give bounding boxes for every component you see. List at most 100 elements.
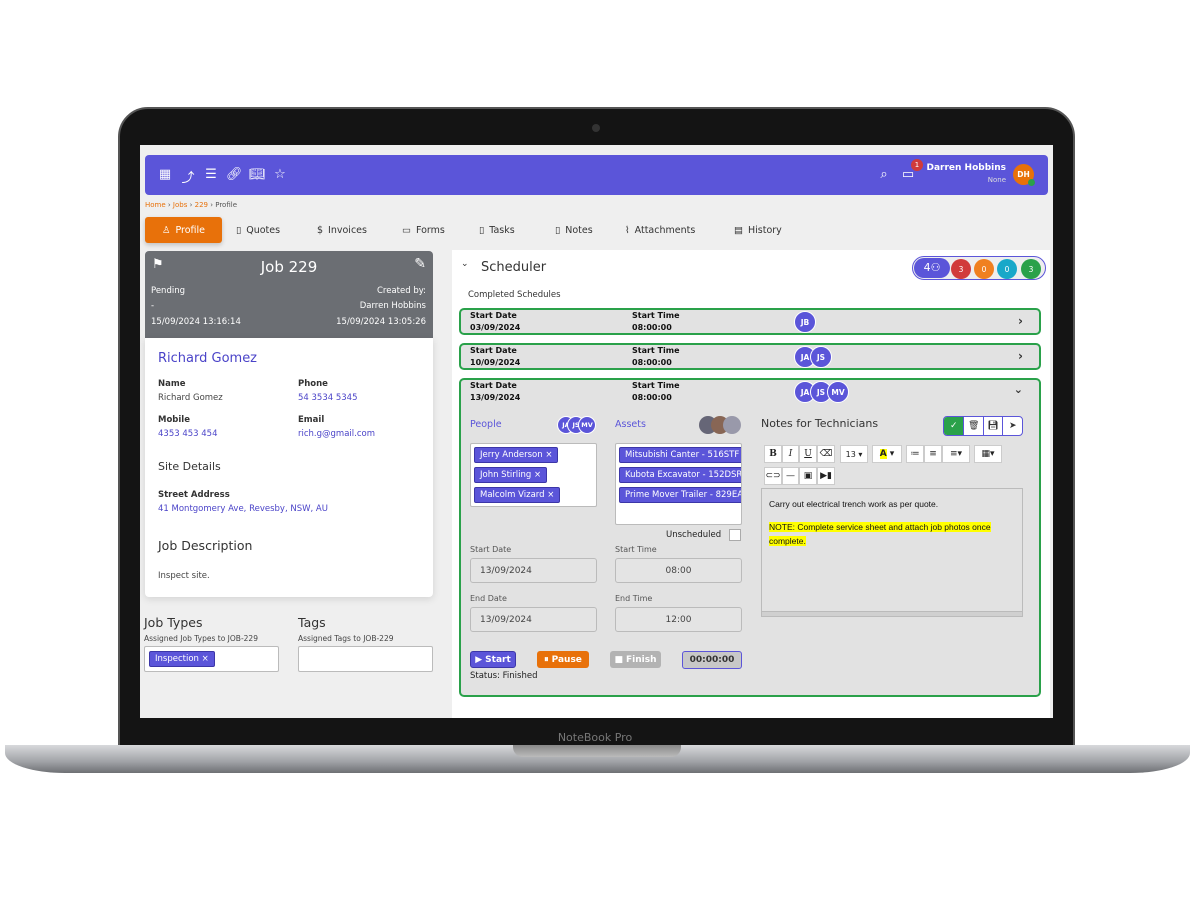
breadcrumb-jobs[interactable]: Jobs <box>173 201 187 209</box>
job-status: Pending <box>151 286 185 296</box>
clipboard-icon: ▯ <box>479 224 485 236</box>
notes-actions: ✓ 🗑︎ 💾︎ ➤ <box>943 416 1023 436</box>
underline-button[interactable]: U <box>799 445 817 463</box>
asset-chip[interactable]: Kubota Excavator - 152DSR <box>619 467 741 483</box>
check-icon[interactable]: ✓ <box>944 417 964 435</box>
unscheduled-label: Unscheduled <box>666 530 722 540</box>
address-label: Street Address <box>158 490 230 500</box>
chevron-down-icon[interactable]: ⌄ <box>1014 383 1023 396</box>
table-icon[interactable]: ▦▾ <box>974 445 1002 463</box>
editor-toolbar: B I U ⌫ 13 ▾ A ▾ ≔ ≡ ≡▾ ▦▾ ⊂⊃ — ▣ ▶▮ <box>764 445 1024 485</box>
link-icon[interactable]: 🔗︎ <box>226 167 243 182</box>
job-type-chip: Inspection × <box>149 651 215 667</box>
start-button[interactable]: ▶ Start <box>470 651 516 668</box>
schedule-row[interactable]: Start Date 10/09/2024 Start Time 08:00:00 … <box>459 343 1041 370</box>
tab-history[interactable]: ▤ History <box>734 217 782 243</box>
job-card: Richard Gomez Name Richard Gomez Phone 5… <box>145 338 433 597</box>
send-icon[interactable]: ➤ <box>1002 417 1022 435</box>
calendar-icon[interactable]: ▦ <box>157 167 173 182</box>
person-chip[interactable]: John Stirling × <box>474 467 548 483</box>
chevron-right-icon[interactable]: › <box>1018 349 1023 363</box>
editor-resize-handle[interactable] <box>761 611 1023 617</box>
person-chip[interactable]: Malcolm Vizard × <box>474 487 561 503</box>
count-cyan: 0 <box>997 259 1017 279</box>
numbered-list-icon[interactable]: ≡ <box>924 445 942 463</box>
timer-display: 00:00:00 <box>682 651 742 669</box>
people-input[interactable]: Jerry Anderson × John Stirling × Malcolm… <box>470 443 597 507</box>
notes-editor[interactable]: Carry out electrical trench work as per … <box>761 488 1023 613</box>
tab-invoices[interactable]: $ Invoices <box>317 217 367 243</box>
online-indicator <box>1028 179 1035 186</box>
image-icon[interactable]: ▣ <box>799 467 817 485</box>
job-types-input[interactable]: Inspection × <box>144 646 279 672</box>
end-time-field[interactable]: 12:00 <box>615 607 742 632</box>
star-icon[interactable]: ☆ <box>272 167 288 182</box>
schedule-time: 08:00:00 <box>632 358 672 367</box>
end-date-field[interactable]: 13/09/2024 <box>470 607 597 632</box>
created-by-label: Created by: <box>376 286 426 296</box>
bullet-list-icon[interactable]: ≔ <box>906 445 924 463</box>
clipboard-icon: ▯ <box>236 224 242 236</box>
start-time-field[interactable]: 08:00 <box>615 558 742 583</box>
job-status-note: - <box>151 301 155 311</box>
italic-button[interactable]: I <box>782 445 799 463</box>
highlight-color-button[interactable]: A ▾ <box>872 445 902 463</box>
schedule-row[interactable]: Start Date 03/09/2024 Start Time 08:00:00 … <box>459 308 1041 335</box>
client-email[interactable]: rich.g@gmail.com <box>298 429 375 439</box>
assets-label: Assets <box>615 419 646 430</box>
font-size-select[interactable]: 13 ▾ <box>840 445 868 463</box>
client-heading[interactable]: Richard Gomez <box>158 351 257 366</box>
hr-icon[interactable]: — <box>782 467 799 485</box>
collapse-chevron-icon[interactable]: ⌄ <box>461 259 469 269</box>
completed-label: Completed Schedules <box>468 290 561 300</box>
video-icon[interactable]: ▶▮ <box>817 467 835 485</box>
pause-button[interactable]: ⏸︎ Pause <box>537 651 589 668</box>
start-date-field[interactable]: 13/09/2024 <box>470 558 597 583</box>
avatar: MV <box>578 416 596 434</box>
tab-notes[interactable]: ▯ Notes <box>555 217 593 243</box>
tags-sub: Assigned Tags to JOB-229 <box>298 634 394 643</box>
scheduler-counts: 4⚇ 3 0 0 3 <box>912 256 1046 280</box>
unscheduled-checkbox[interactable] <box>729 529 741 541</box>
tab-quotes[interactable]: ▯ Quotes <box>236 217 280 243</box>
tags-input[interactable] <box>298 646 433 672</box>
assets-input[interactable]: Mitsubishi Canter - 516STF Kubota Excava… <box>615 443 742 525</box>
trash-icon[interactable]: 🗑︎ <box>963 417 983 435</box>
tab-profile[interactable]: ♙ Profile <box>145 217 222 243</box>
save-icon[interactable]: 💾︎ <box>982 417 1003 435</box>
client-phone[interactable]: 54 3534 5345 <box>298 393 357 403</box>
avatar: MV <box>827 381 849 403</box>
eraser-icon[interactable]: ⌫ <box>817 445 835 463</box>
edit-icon[interactable]: ✎ <box>414 256 426 272</box>
people-label: People <box>470 419 502 430</box>
chevron-right-icon[interactable]: › <box>1018 314 1023 328</box>
person-chip[interactable]: Jerry Anderson × <box>474 447 559 463</box>
asset-chip[interactable]: Prime Mover Trailer - 829EA <box>619 487 741 503</box>
site-address[interactable]: 41 Montgomery Ave, Revesby, NSW, AU <box>158 504 328 514</box>
created-by: Darren Hobbins <box>359 301 426 311</box>
breadcrumb: Home › Jobs › 229 › Profile <box>145 201 237 209</box>
clipboard-icon: ▯ <box>555 224 561 236</box>
tab-tasks[interactable]: ▯ Tasks <box>479 217 515 243</box>
end-date-label: End Date <box>470 594 507 603</box>
search-icon[interactable]: ⌕ <box>876 167 892 182</box>
link-icon[interactable]: ⊂⊃ <box>764 467 782 485</box>
tab-forms[interactable]: ▭ Forms <box>402 217 445 243</box>
breadcrumb-home[interactable]: Home <box>145 201 166 209</box>
camera <box>592 124 600 132</box>
asset-chip[interactable]: Mitsubishi Canter - 516STF <box>619 447 741 463</box>
finish-button[interactable]: ■ Finish <box>610 651 661 668</box>
list-icon[interactable]: ☰ <box>203 167 219 182</box>
people-icon: ⚇ <box>930 261 941 274</box>
book-icon[interactable]: 📖︎ <box>249 167 266 182</box>
client-mobile[interactable]: 4353 453 454 <box>158 429 217 439</box>
breadcrumb-job[interactable]: 229 <box>195 201 208 209</box>
trend-icon[interactable]: ⤴ <box>180 167 196 186</box>
align-select[interactable]: ≡▾ <box>942 445 970 463</box>
bold-button[interactable]: B <box>764 445 782 463</box>
schedule-status: Status: Finished <box>470 671 538 681</box>
name-label: Name <box>158 379 186 389</box>
device-brand: NoteBook Pro <box>557 731 633 744</box>
tab-attachments[interactable]: ⌇ Attachments <box>625 217 695 243</box>
count-green: 3 <box>1021 259 1041 279</box>
